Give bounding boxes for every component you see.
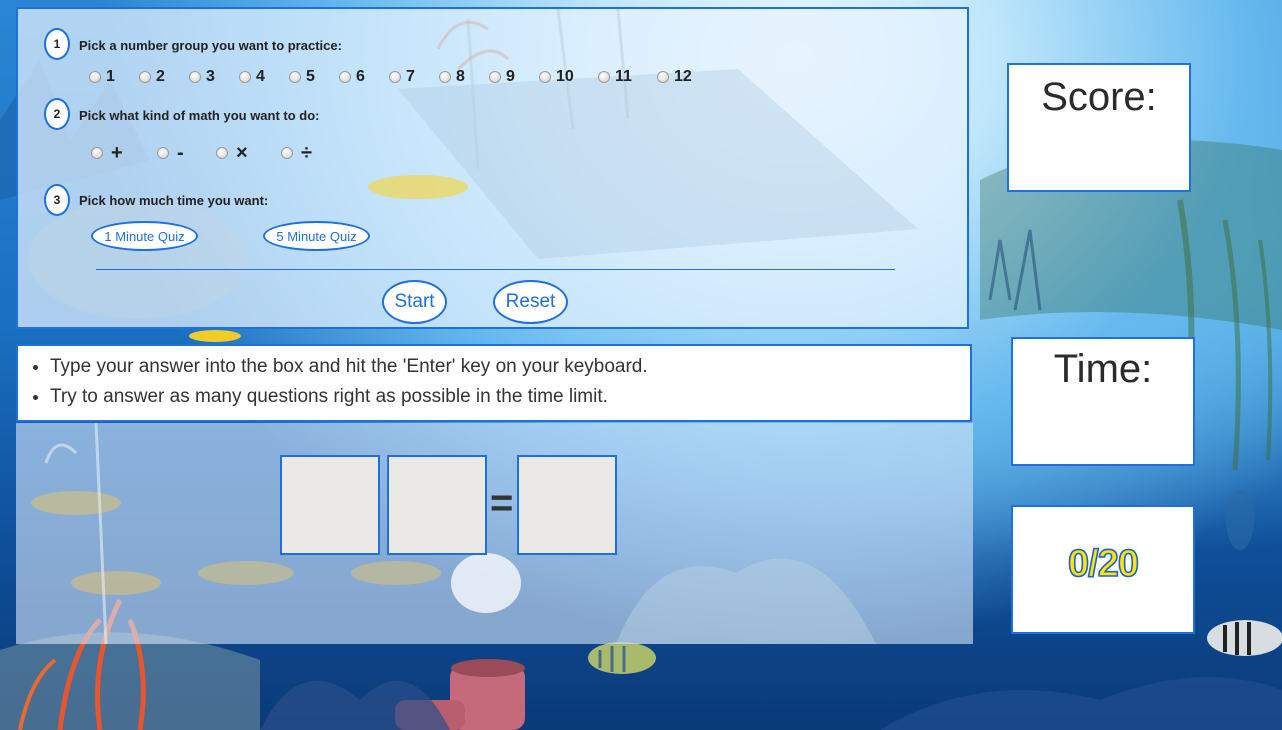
number-group-option[interactable]: 11 <box>598 68 657 86</box>
operation-label: ÷ <box>301 141 312 164</box>
progress-box: 0/20 <box>1011 505 1195 634</box>
number-group-option[interactable]: 8 <box>439 68 489 86</box>
radio-button[interactable] <box>157 147 169 159</box>
score-box: Score: <box>1007 63 1191 192</box>
one-minute-quiz-button[interactable]: 1 Minute Quiz <box>91 221 198 251</box>
operation-options: + - × ÷ <box>91 142 341 164</box>
operation-label: - <box>177 141 184 164</box>
radio-button[interactable] <box>289 71 301 83</box>
number-group-option[interactable]: 2 <box>139 68 189 86</box>
step-3-badge: 3 <box>44 184 70 216</box>
equals-sign: = <box>490 481 514 525</box>
answer-box[interactable] <box>517 455 617 555</box>
number-group-label: 3 <box>206 68 215 85</box>
instruction-item: Try to answer as many questions right as… <box>50 382 970 412</box>
step-1-label: Pick a number group you want to practice… <box>79 38 342 53</box>
radio-button[interactable] <box>339 71 351 83</box>
number-group-option[interactable]: 6 <box>339 68 389 86</box>
operation-option-add[interactable]: + <box>91 142 157 165</box>
step-3-label: Pick how much time you want: <box>79 193 269 208</box>
time-title: Time: <box>1053 347 1153 391</box>
quiz-settings-panel: 1 Pick a number group you want to practi… <box>16 7 969 329</box>
operation-option-divide[interactable]: ÷ <box>281 142 341 165</box>
radio-button[interactable] <box>189 71 201 83</box>
step-2-label: Pick what kind of math you want to do: <box>79 108 320 123</box>
number-group-label: 8 <box>456 68 465 85</box>
number-group-label: 12 <box>674 68 692 85</box>
radio-button[interactable] <box>91 147 103 159</box>
radio-button[interactable] <box>539 71 551 83</box>
number-group-label: 2 <box>156 68 165 85</box>
radio-button[interactable] <box>439 71 451 83</box>
question-progress: 0/20 <box>1067 542 1140 586</box>
radio-button[interactable] <box>89 71 101 83</box>
five-minute-quiz-button[interactable]: 5 Minute Quiz <box>263 221 370 251</box>
reset-button[interactable]: Reset <box>493 280 568 324</box>
instructions-list: Type your answer into the box and hit th… <box>18 352 970 412</box>
number-group-label: 6 <box>356 68 365 85</box>
operation-option-multiply[interactable]: × <box>216 142 281 165</box>
time-box: Time: <box>1011 337 1195 466</box>
number-group-option[interactable]: 1 <box>89 68 139 86</box>
radio-button[interactable] <box>489 71 501 83</box>
quiz-area: = <box>16 423 973 644</box>
number-group-option[interactable]: 12 <box>657 68 716 86</box>
number-group-option[interactable]: 5 <box>289 68 339 86</box>
number-group-label: 1 <box>106 68 115 85</box>
instructions-box: Type your answer into the box and hit th… <box>16 344 972 422</box>
number-group-label: 5 <box>306 68 315 85</box>
radio-button[interactable] <box>598 71 610 83</box>
number-group-label: 7 <box>406 68 415 85</box>
radio-button[interactable] <box>216 147 228 159</box>
operation-label: × <box>236 141 248 164</box>
panel-scenery <box>28 9 918 319</box>
panel-divider <box>96 269 895 270</box>
number-group-option[interactable]: 10 <box>539 68 598 86</box>
second-operand-box <box>387 455 487 555</box>
step-2-badge: 2 <box>44 98 70 130</box>
radio-button[interactable] <box>139 71 151 83</box>
number-group-label: 9 <box>506 68 515 85</box>
operation-label: + <box>111 141 123 164</box>
number-group-option[interactable]: 7 <box>389 68 439 86</box>
number-group-label: 11 <box>615 68 632 85</box>
number-group-option[interactable]: 3 <box>189 68 239 86</box>
number-group-label: 4 <box>256 68 265 85</box>
first-operand-box <box>280 455 380 555</box>
operation-option-subtract[interactable]: - <box>157 142 216 165</box>
radio-button[interactable] <box>657 71 669 83</box>
number-group-option[interactable]: 4 <box>239 68 289 86</box>
instruction-item: Type your answer into the box and hit th… <box>50 352 970 382</box>
start-button[interactable]: Start <box>382 280 447 324</box>
number-group-label: 10 <box>556 68 574 85</box>
radio-button[interactable] <box>281 147 293 159</box>
number-group-options: 1 2 3 4 5 6 7 8 9 10 11 12 <box>89 68 716 86</box>
score-title: Score: <box>1041 75 1157 119</box>
radio-button[interactable] <box>389 71 401 83</box>
quiz-area-scenery <box>31 423 876 644</box>
radio-button[interactable] <box>239 71 251 83</box>
number-group-option[interactable]: 9 <box>489 68 539 86</box>
step-1-badge: 1 <box>44 28 70 60</box>
